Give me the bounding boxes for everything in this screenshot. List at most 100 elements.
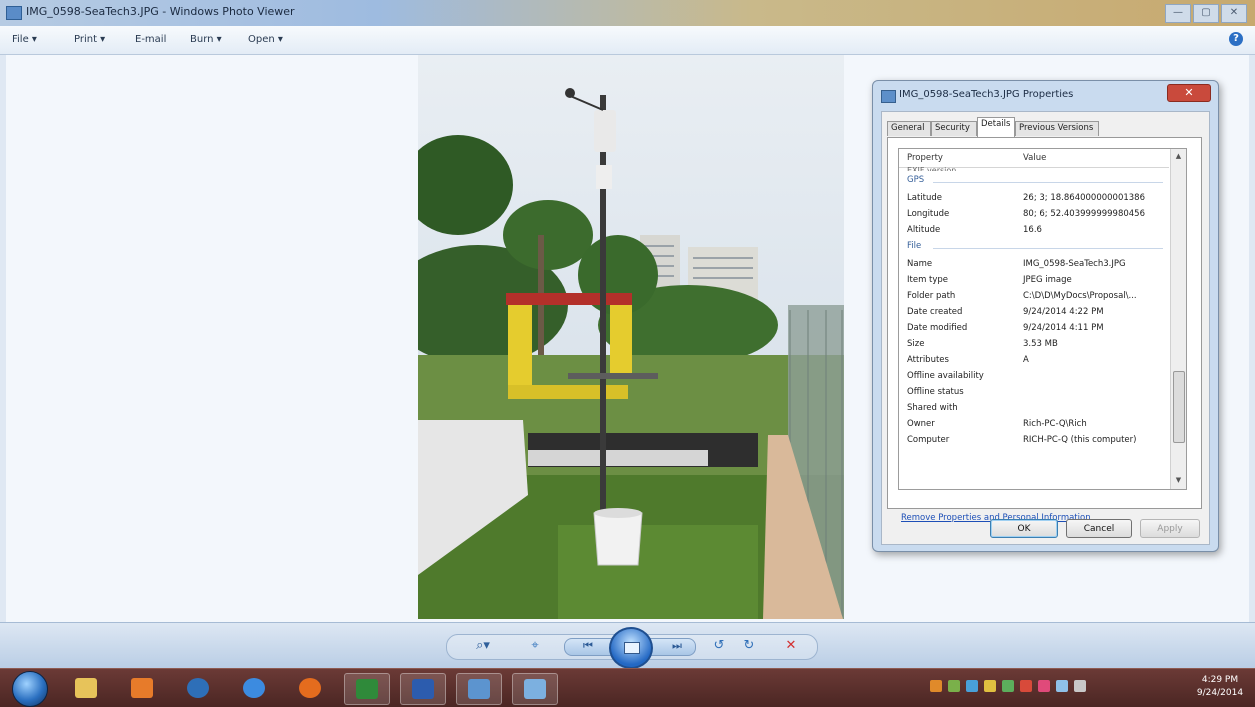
menu-burn[interactable]: Burn ▾: [190, 34, 222, 45]
rotate-counterclockwise-icon[interactable]: ↺: [708, 636, 730, 656]
property-value: RICH-PC-Q (this computer): [1023, 435, 1137, 445]
property-row[interactable]: Date created 9/24/2014 4:22 PM: [899, 305, 1169, 321]
menu-print[interactable]: Print ▾: [74, 34, 105, 45]
scroll-down-arrow-icon[interactable]: ▼: [1173, 475, 1184, 486]
start-button-icon[interactable]: [12, 671, 48, 707]
tray-icon[interactable]: [1002, 680, 1014, 692]
scroll-thumb[interactable]: [1173, 371, 1185, 443]
dialog-close-button[interactable]: ✕: [1167, 84, 1211, 102]
tray-icon[interactable]: [1020, 680, 1032, 692]
column-property[interactable]: Property: [907, 153, 943, 163]
property-name: Offline status: [907, 387, 964, 397]
minimize-button[interactable]: —: [1165, 4, 1191, 23]
property-row[interactable]: Shared with: [899, 401, 1169, 417]
help-icon[interactable]: ?: [1229, 32, 1243, 46]
property-row[interactable]: Altitude 16.6: [899, 223, 1169, 239]
tab-previous-versions[interactable]: Previous Versions: [1015, 121, 1099, 136]
property-name: Shared with: [907, 403, 958, 413]
tray-icon[interactable]: [930, 680, 942, 692]
property-row[interactable]: Longitude 80; 6; 52.403999999980456: [899, 207, 1169, 223]
tray-icon[interactable]: [1038, 680, 1050, 692]
property-name: Date created: [907, 307, 963, 317]
tab-general[interactable]: General: [887, 121, 931, 136]
clock-date: 9/24/2014: [1196, 688, 1244, 698]
property-name: Owner: [907, 419, 935, 429]
zoom-icon[interactable]: ⌕▾: [472, 636, 494, 656]
ok-button[interactable]: OK: [990, 519, 1058, 538]
menu-file[interactable]: File ▾: [12, 34, 37, 45]
actual-size-icon[interactable]: ⌖: [524, 636, 546, 656]
property-row[interactable]: Attributes A: [899, 353, 1169, 369]
property-name: Date modified: [907, 323, 968, 333]
tab-details[interactable]: Details: [977, 117, 1015, 137]
taskbar-explorer[interactable]: [64, 673, 108, 703]
group-divider: [933, 182, 1163, 183]
rotate-clockwise-icon[interactable]: ↻: [738, 636, 760, 656]
group-divider: [933, 248, 1163, 249]
property-value: IMG_0598-SeaTech3.JPG: [1023, 259, 1126, 269]
menu-open[interactable]: Open ▾: [248, 34, 283, 45]
property-row[interactable]: Offline availability: [899, 369, 1169, 385]
property-value: JPEG image: [1023, 275, 1072, 285]
taskbar-firefox[interactable]: [288, 673, 332, 703]
apply-button[interactable]: Apply: [1140, 519, 1200, 538]
folder-icon: [75, 678, 97, 698]
column-value[interactable]: Value: [1023, 153, 1046, 163]
previous-icon[interactable]: ⏮: [577, 636, 599, 656]
network-icon[interactable]: [1056, 680, 1068, 692]
property-name: Offline availability: [907, 371, 984, 381]
dialog-body: General Security Details Previous Versio…: [881, 111, 1210, 545]
next-icon[interactable]: ⏭: [666, 636, 688, 656]
property-row[interactable]: Owner Rich-PC-Q\Rich: [899, 417, 1169, 433]
maximize-button[interactable]: ▢: [1193, 4, 1219, 23]
internet-explorer-icon: [243, 678, 265, 698]
property-row[interactable]: Item type JPEG image: [899, 273, 1169, 289]
group-file-label: File: [907, 241, 922, 251]
taskbar-clock[interactable]: 4:29 PM 9/24/2014: [1195, 674, 1245, 700]
property-value: 80; 6; 52.403999999980456: [1023, 209, 1145, 219]
property-list-scrollbar[interactable]: ▲ ▼: [1170, 149, 1186, 489]
scroll-up-arrow-icon[interactable]: ▲: [1173, 151, 1184, 162]
clock-time: 4:29 PM: [1201, 675, 1239, 685]
scrolled-row-partial: EXIF version: [907, 166, 957, 171]
property-row[interactable]: Offline status: [899, 385, 1169, 401]
taskbar-photo-viewer-2[interactable]: [512, 673, 558, 705]
property-name: Computer: [907, 435, 950, 445]
photo-viewer-app-icon: [6, 6, 22, 20]
property-row[interactable]: Latitude 26; 3; 18.864000000001386: [899, 191, 1169, 207]
property-row[interactable]: Date modified 9/24/2014 4:11 PM: [899, 321, 1169, 337]
dialog-title: IMG_0598-SeaTech3.JPG Properties: [899, 89, 1074, 100]
property-value: 3.53 MB: [1023, 339, 1058, 349]
property-name: Altitude: [907, 225, 941, 235]
property-row[interactable]: Size 3.53 MB: [899, 337, 1169, 353]
tray-icon[interactable]: [984, 680, 996, 692]
taskbar-word[interactable]: [400, 673, 446, 705]
media-player-icon: [131, 678, 153, 698]
tray-icon[interactable]: [948, 680, 960, 692]
tab-security[interactable]: Security: [931, 121, 977, 136]
property-row[interactable]: Name IMG_0598-SeaTech3.JPG: [899, 257, 1169, 273]
taskbar-photo-viewer-1[interactable]: [456, 673, 502, 705]
viewer-controls-bar: ⌕▾ ⌖ ⏮ ⏭ ↺ ↻ ✕: [0, 622, 1255, 669]
weather-station-photo: [418, 55, 844, 619]
menu-email[interactable]: E-mail: [135, 34, 166, 45]
taskbar-hp[interactable]: [176, 673, 220, 703]
property-row[interactable]: Folder path C:\D\D\MyDocs\Proposal\...: [899, 289, 1169, 305]
taskbar-internet-explorer[interactable]: [232, 673, 276, 703]
property-list[interactable]: Property Value EXIF version GPS Latitude…: [898, 148, 1187, 490]
cancel-button[interactable]: Cancel: [1066, 519, 1132, 538]
close-window-button[interactable]: ✕: [1221, 4, 1247, 23]
property-name: Item type: [907, 275, 949, 285]
property-name: Latitude: [907, 193, 942, 203]
property-value: 16.6: [1023, 225, 1042, 235]
slideshow-button[interactable]: [609, 627, 653, 669]
volume-icon[interactable]: [1074, 680, 1086, 692]
group-file: File: [907, 241, 1163, 255]
property-row[interactable]: Computer RICH-PC-Q (this computer): [899, 433, 1169, 449]
delete-icon[interactable]: ✕: [780, 636, 802, 656]
tray-icon[interactable]: [966, 680, 978, 692]
taskbar-media-player[interactable]: [120, 673, 164, 703]
word-icon: [412, 679, 434, 699]
displayed-photo: [418, 55, 844, 619]
taskbar-excel[interactable]: [344, 673, 390, 705]
